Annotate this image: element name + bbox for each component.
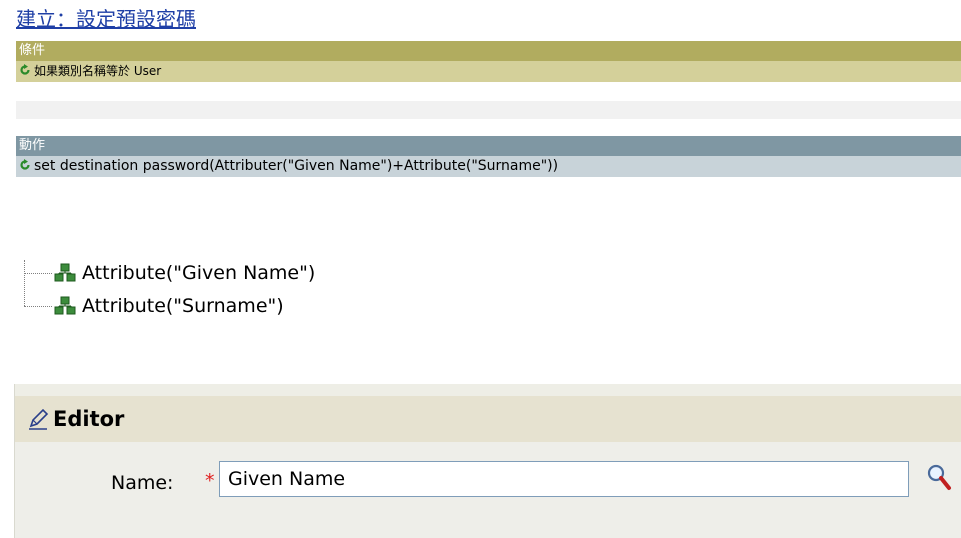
refresh-icon: [20, 64, 30, 75]
rule-title-link[interactable]: 建立：設定預設密碼: [16, 6, 196, 32]
editor-title: Editor: [53, 407, 125, 431]
tree-connector: [24, 305, 52, 307]
pencil-icon: [29, 408, 49, 430]
required-marker: *: [205, 470, 215, 492]
tree-node-label: Attribute("Surname"): [82, 295, 284, 317]
action-text: set destination password(Attributer("Giv…: [34, 158, 559, 174]
condition-row[interactable]: 如果類別名稱等於 User: [16, 61, 961, 82]
tree-node-label: Attribute("Given Name"): [82, 262, 316, 284]
tree-node-given-name[interactable]: Attribute("Given Name"): [24, 260, 315, 286]
name-label: Name:: [111, 472, 174, 494]
magnifier-icon[interactable]: [925, 460, 955, 496]
tree-connector: [24, 272, 52, 274]
editor-header: Editor: [15, 396, 961, 442]
conditions-header: 條件: [16, 41, 961, 61]
attribute-icon: [54, 296, 76, 315]
editor-panel: Editor Name: *: [14, 384, 961, 538]
action-row[interactable]: set destination password(Attributer("Giv…: [16, 156, 961, 177]
name-input[interactable]: [219, 461, 909, 497]
editor-body: Name: *: [15, 442, 961, 538]
attribute-icon: [54, 263, 76, 282]
tree-node-surname[interactable]: Attribute("Surname"): [24, 293, 284, 319]
refresh-icon: [20, 159, 30, 170]
conditions-spacer: [16, 101, 961, 119]
condition-text: 如果類別名稱等於 User: [34, 64, 162, 78]
actions-header: 動作: [16, 136, 961, 156]
